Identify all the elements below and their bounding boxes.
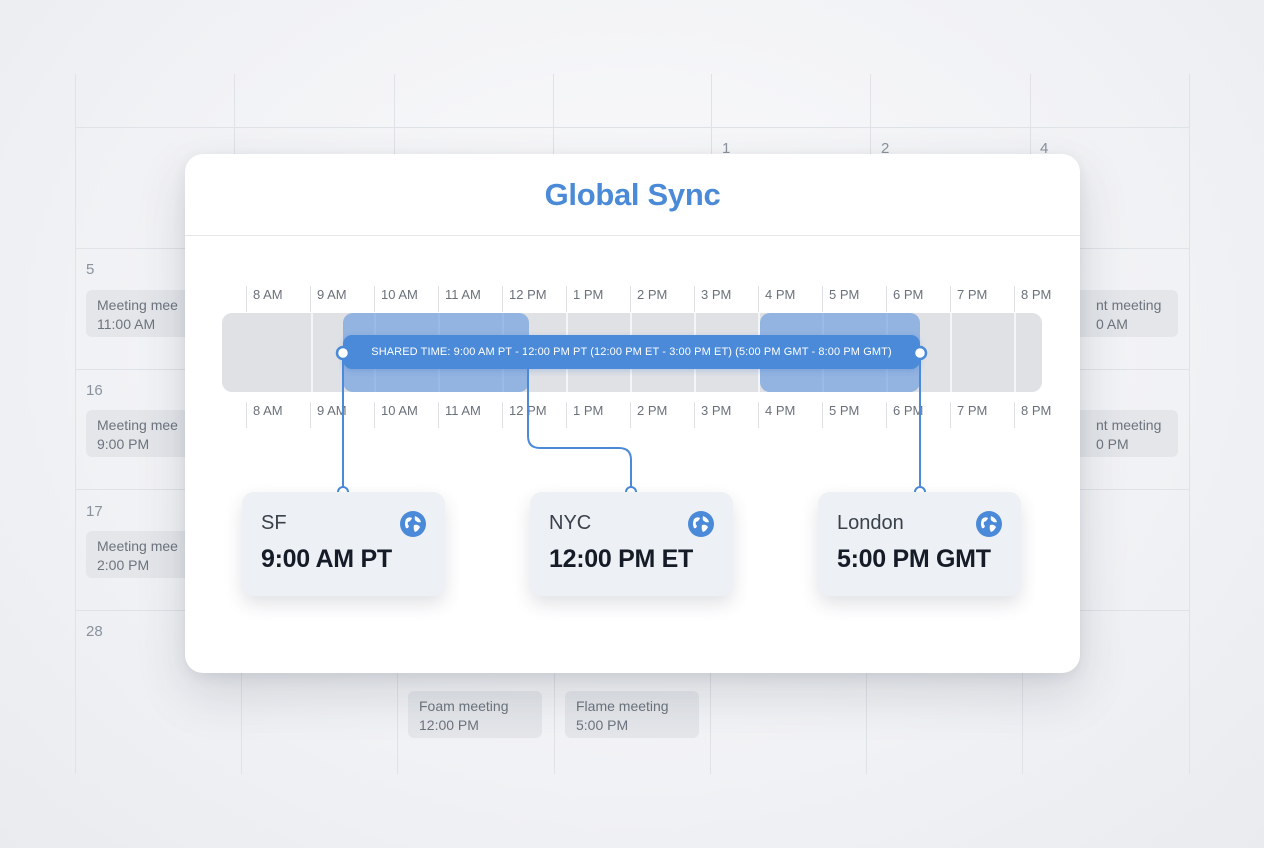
event-time: 12:00 PM	[419, 717, 479, 733]
grid-line	[75, 610, 185, 611]
calendar-event[interactable]: Flame meeting 5:00 PM	[565, 691, 699, 738]
event-time: 0 PM	[1096, 436, 1129, 452]
grid-line	[710, 673, 711, 774]
grid-line	[75, 127, 1189, 128]
grid-line	[866, 673, 867, 774]
grid-line	[1080, 248, 1189, 249]
city-card-london[interactable]: London 5:00 PM GMT	[818, 492, 1021, 596]
event-time: 2:00 PM	[97, 557, 150, 573]
event-title: Meeting mee	[97, 417, 178, 433]
grid-line	[75, 74, 76, 774]
event-title: nt meeting	[1096, 417, 1162, 433]
shared-start-handle[interactable]	[335, 345, 351, 361]
event-title: Foam meeting	[419, 698, 509, 714]
event-title: Meeting mee	[97, 297, 178, 313]
event-time: 5:00 PM	[576, 717, 629, 733]
grid-line	[1080, 369, 1189, 370]
grid-line	[870, 74, 871, 154]
globe-icon	[400, 511, 426, 537]
event-title: Flame meeting	[576, 698, 669, 714]
city-time: 12:00 PM ET	[549, 545, 693, 573]
day-number: 17	[86, 503, 103, 520]
globe-icon	[976, 511, 1002, 537]
grid-line	[75, 248, 185, 249]
city-card-sf[interactable]: SF 9:00 AM PT	[242, 492, 445, 596]
event-time: 9:00 PM	[97, 436, 150, 452]
grid-line	[75, 369, 185, 370]
grid-line	[75, 489, 185, 490]
city-time: 5:00 PM GMT	[837, 545, 991, 573]
day-number: 5	[86, 261, 95, 278]
city-card-nyc[interactable]: NYC 12:00 PM ET	[530, 492, 733, 596]
grid-line	[397, 673, 398, 774]
day-number: 28	[86, 623, 103, 640]
calendar-event[interactable]: Foam meeting 12:00 PM	[408, 691, 542, 738]
grid-line	[1030, 74, 1031, 154]
event-title: nt meeting	[1096, 297, 1162, 313]
grid-line	[711, 74, 712, 154]
grid-line	[553, 74, 554, 154]
grid-line	[394, 74, 395, 154]
globe-icon	[688, 511, 714, 537]
shared-end-handle[interactable]	[912, 345, 928, 361]
event-time: 11:00 AM	[97, 316, 156, 332]
event-title: Meeting mee	[97, 538, 178, 554]
day-number: 16	[86, 382, 103, 399]
global-sync-modal: Global Sync 8 AM 9 AM 10 AM 11 AM 12 PM 1 PM 2…	[185, 154, 1080, 673]
event-time: 0 AM	[1096, 316, 1128, 332]
grid-line	[554, 673, 555, 774]
grid-line	[1080, 489, 1189, 490]
grid-line	[241, 673, 242, 774]
grid-line	[234, 74, 235, 154]
grid-line	[1189, 74, 1190, 774]
city-time: 9:00 AM PT	[261, 545, 392, 573]
grid-line	[1080, 610, 1189, 611]
